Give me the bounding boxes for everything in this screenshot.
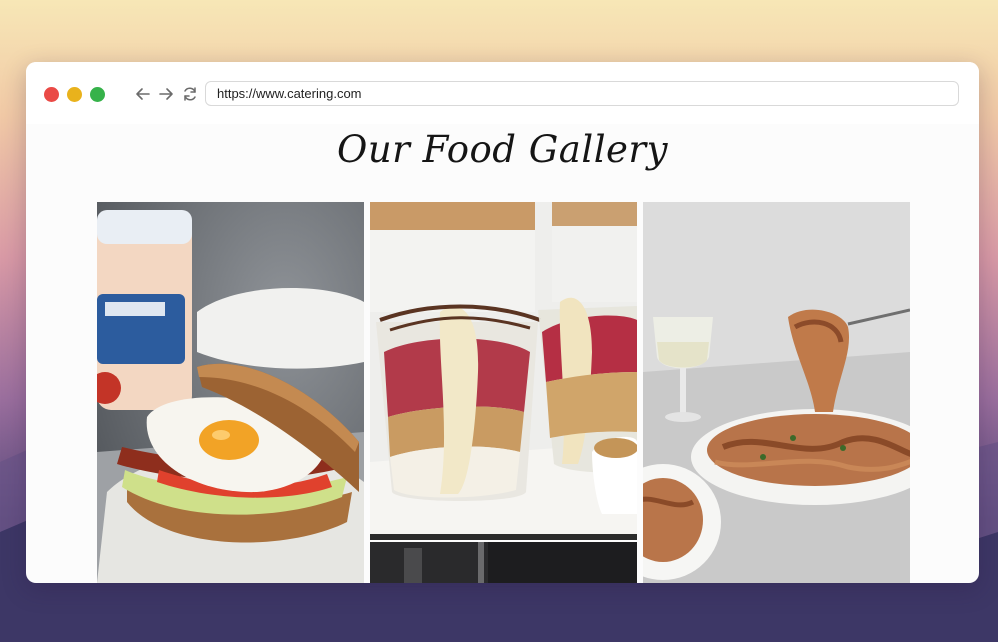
browser-toolbar bbox=[26, 62, 979, 124]
gallery-image-sandwich[interactable] bbox=[97, 202, 364, 583]
back-arrow-icon[interactable] bbox=[133, 84, 153, 104]
gallery-image-dark[interactable] bbox=[370, 542, 637, 583]
forward-arrow-icon[interactable] bbox=[156, 84, 176, 104]
gallery-image-parfaits[interactable] bbox=[370, 202, 637, 540]
refresh-icon[interactable] bbox=[180, 84, 200, 104]
gallery-image-pasta[interactable] bbox=[643, 202, 910, 583]
maximize-window-button[interactable] bbox=[90, 87, 105, 102]
browser-window: Our Food Gallery bbox=[26, 62, 979, 583]
close-window-button[interactable] bbox=[44, 87, 59, 102]
page-title: Our Food Gallery bbox=[336, 128, 669, 171]
address-bar[interactable] bbox=[205, 81, 959, 106]
minimize-window-button[interactable] bbox=[67, 87, 82, 102]
